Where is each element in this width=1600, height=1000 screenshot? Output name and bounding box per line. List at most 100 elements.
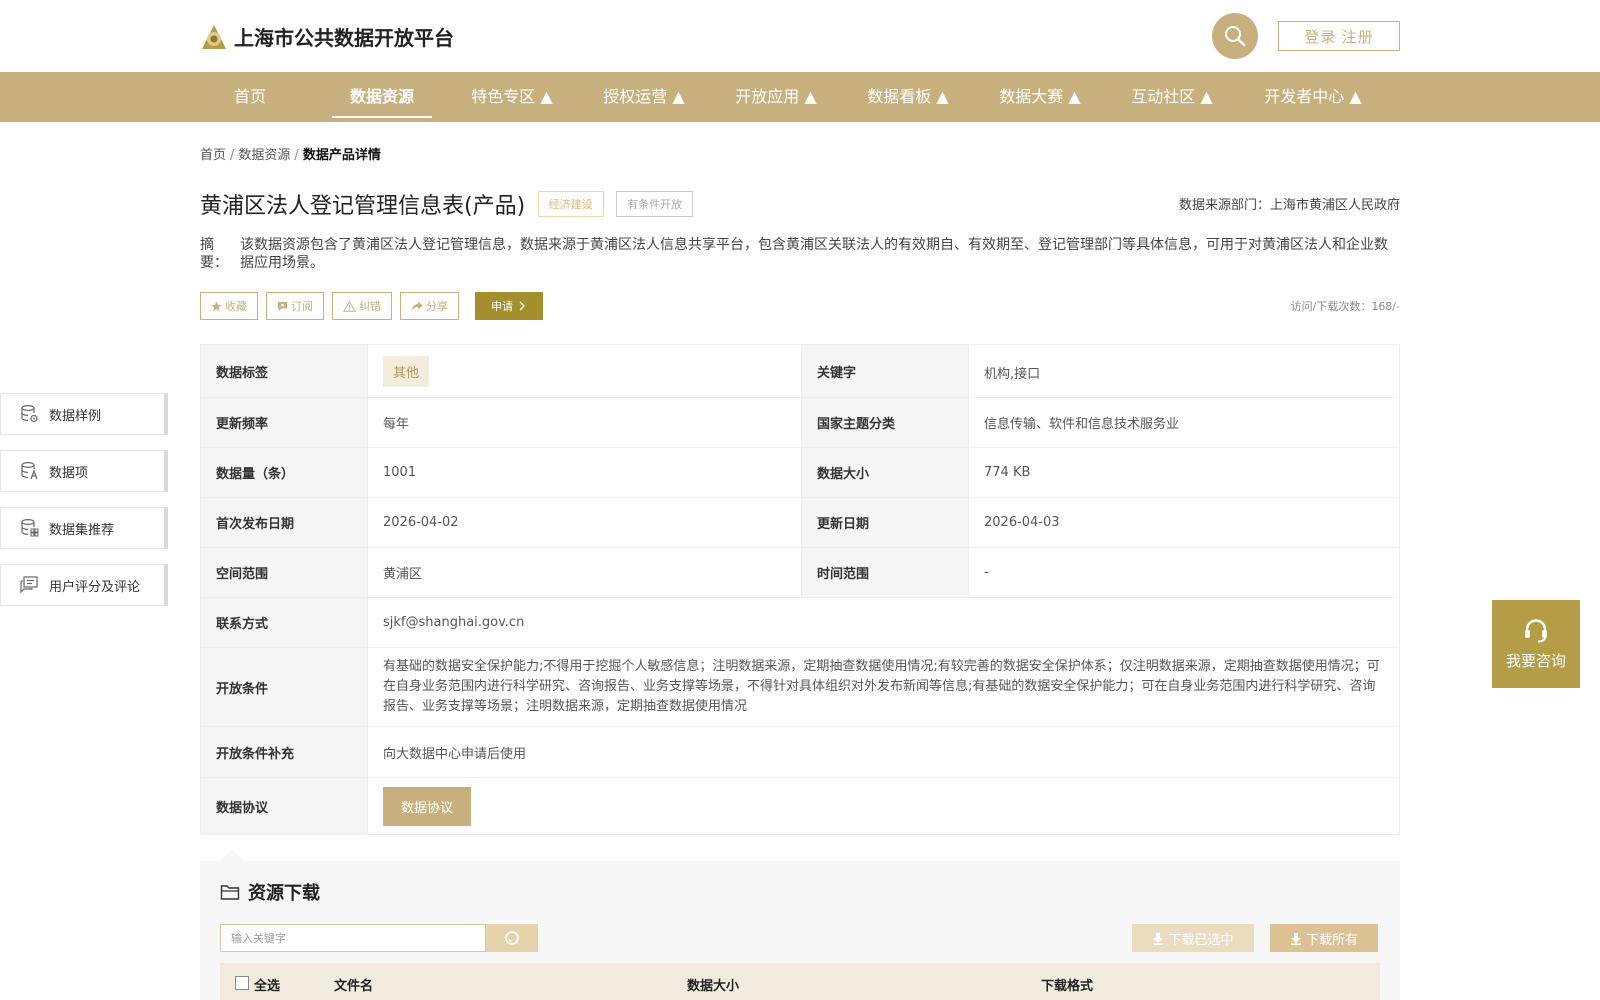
chevron-right-icon [519,301,525,311]
breadcrumb-separator: / [230,148,235,163]
col-size: 数据大小 [687,979,740,994]
col-select-all: 全选 [254,979,281,994]
breadcrumb-data-resources[interactable]: 数据资源 [238,148,290,163]
subscribe-label: 订阅 [291,300,313,313]
share-button[interactable]: 分享 [400,292,459,320]
action-bar: 收藏 订阅 纠错 分享 申请 [200,292,543,320]
nav-special-zone[interactable]: 特色专区 ▲ [466,72,558,122]
open-type-tag: 有条件开放 [616,191,694,217]
correct-label: 纠错 [359,300,381,313]
label-data-tag: 数据标签 [200,344,368,398]
theme-tag[interactable]: 经济建设 [537,191,604,217]
value-contact[interactable]: sjkf@shanghai.gov.cn [367,597,1400,648]
nav-open-apps[interactable]: 开放应用 ▲ [730,72,822,122]
col-format: 下载格式 [1041,979,1094,994]
database-icon [21,404,38,423]
download-selected-label: 下载已选中 [1168,932,1234,948]
value-open-conditions: 有基础的数据安全保护能力;不得用于挖掘个人敏感信息；注明数据来源，定期抽查数据使… [367,647,1400,727]
download-table-header: 全选 文件名 数据大小 下载格式 [220,963,1380,1000]
collect-label: 收藏 [225,300,247,313]
comment-icon [20,576,38,594]
select-all-checkbox[interactable] [235,976,249,990]
sidebar-item-data-sample[interactable]: 数据样例 [0,393,168,435]
label-open-conditions: 开放条件 [200,647,368,727]
share-label: 分享 [426,300,448,313]
breadcrumb-separator: / [294,148,299,163]
site-title: 上海市公共数据开放平台 [234,26,454,50]
subscribe-button[interactable]: 订阅 [266,292,324,320]
label-update-date: 更新日期 [801,497,969,548]
table-row: 开放条件补充 向大数据中心申请后使用 [200,726,1400,778]
breadcrumb: 首页 / 数据资源 / 数据产品详情 [200,144,381,163]
source-department: 数据来源部门：上海市黄浦区人民政府 [1178,198,1400,213]
value-spatial-range: 黄浦区 [367,547,802,598]
abstract: 摘 要： 该数据资源包含了黄浦区法人登记管理信息，数据来源于黄浦区法人信息共享平… [200,236,1400,272]
nav-developer-center[interactable]: 开发者中心 ▲ [1258,72,1368,122]
data-protocol-button[interactable]: 数据协议 [383,786,472,826]
download-selected-button[interactable]: 下载已选中 [1132,924,1254,952]
star-icon [211,300,222,311]
sidebar-item-label: 数据集推荐 [49,522,115,538]
value-open-conditions-extra: 向大数据中心申请后使用 [367,726,1400,778]
consult-label: 我要咨询 [1505,651,1566,670]
table-row: 数据量（条） 1001 数据大小 774 KB [200,447,1400,498]
download-search-button[interactable] [486,924,538,952]
value-data-size: 774 KB [968,447,1400,498]
label-contact: 联系方式 [200,597,368,648]
nav-home[interactable]: 首页 [220,72,280,122]
value-update-frequency: 每年 [367,397,802,448]
value-update-date: 2026-04-03 [968,497,1400,548]
label-spatial-range: 空间范围 [200,547,368,598]
search-icon [505,931,519,945]
flag-icon [277,301,288,311]
title-row: 黄浦区法人登记管理信息表(产品) 经济建设 有条件开放 数据来源部门：上海市黄浦… [200,188,1400,220]
sidebar-item-data-fields[interactable]: 数据项 [0,450,168,492]
value-national-category: 信息传输、软件和信息技术服务业 [968,397,1400,448]
value-keywords: 机构,接口 [968,344,1400,398]
side-menu: 数据样例 数据项 数据集推荐 用户评分及评论 [0,393,168,621]
download-all-button[interactable]: 下载所有 [1270,924,1378,952]
table-row: 联系方式 sjkf@shanghai.gov.cn [200,597,1400,648]
label-first-publish-date: 首次发布日期 [200,497,368,548]
search-button[interactable] [1212,13,1258,59]
download-search-input[interactable]: 输入关键字 [220,924,486,952]
sidebar-item-ratings-comments[interactable]: 用户评分及评论 [0,564,168,606]
label-time-range: 时间范围 [801,547,969,598]
label-national-category: 国家主题分类 [801,397,969,448]
download-title: 资源下载 [220,879,320,905]
download-title-text: 资源下载 [248,883,320,904]
nav-data-resources[interactable]: 数据资源 [332,72,432,122]
breadcrumb-current: 数据产品详情 [302,148,381,163]
logo-icon [202,24,226,49]
apply-label: 申请 [491,300,513,313]
site-logo[interactable]: 上海市公共数据开放平台 [200,22,454,51]
value-data-tag: 其他 [367,344,802,398]
table-row: 更新频率 每年 国家主题分类 信息传输、软件和信息技术服务业 [200,397,1400,448]
label-keywords: 关键字 [801,344,969,398]
collect-button[interactable]: 收藏 [200,292,258,320]
abstract-label: 摘 要： [200,237,228,271]
correct-button[interactable]: 纠错 [332,292,392,320]
folder-icon [220,885,240,900]
share-icon [411,301,423,311]
sidebar-item-label: 数据样例 [49,408,102,424]
data-tag-chip[interactable]: 其他 [383,355,430,387]
nav-authorized-operation[interactable]: 授权运营 ▲ [598,72,690,122]
login-register-button[interactable]: 登录 注册 [1278,21,1400,51]
label-data-size: 数据大小 [801,447,969,498]
nav-data-dashboard[interactable]: 数据看板 ▲ [862,72,954,122]
download-all-label: 下载所有 [1305,932,1358,948]
label-record-count: 数据量（条） [200,447,368,498]
label-data-protocol: 数据协议 [200,777,368,835]
nav-data-contest[interactable]: 数据大赛 ▲ [994,72,1086,122]
sidebar-item-recommended-datasets[interactable]: 数据集推荐 [0,507,168,549]
database-text-icon [21,461,38,480]
apply-button[interactable]: 申请 [475,292,543,320]
consult-button[interactable]: 我要咨询 [1492,600,1580,688]
breadcrumb-home[interactable]: 首页 [200,148,226,163]
search-icon [1225,26,1246,47]
label-open-conditions-extra: 开放条件补充 [200,726,368,778]
nav-community[interactable]: 互动社区 ▲ [1126,72,1218,122]
value-first-publish-date: 2026-04-02 [367,497,802,548]
value-data-protocol: 数据协议 [367,777,1400,835]
